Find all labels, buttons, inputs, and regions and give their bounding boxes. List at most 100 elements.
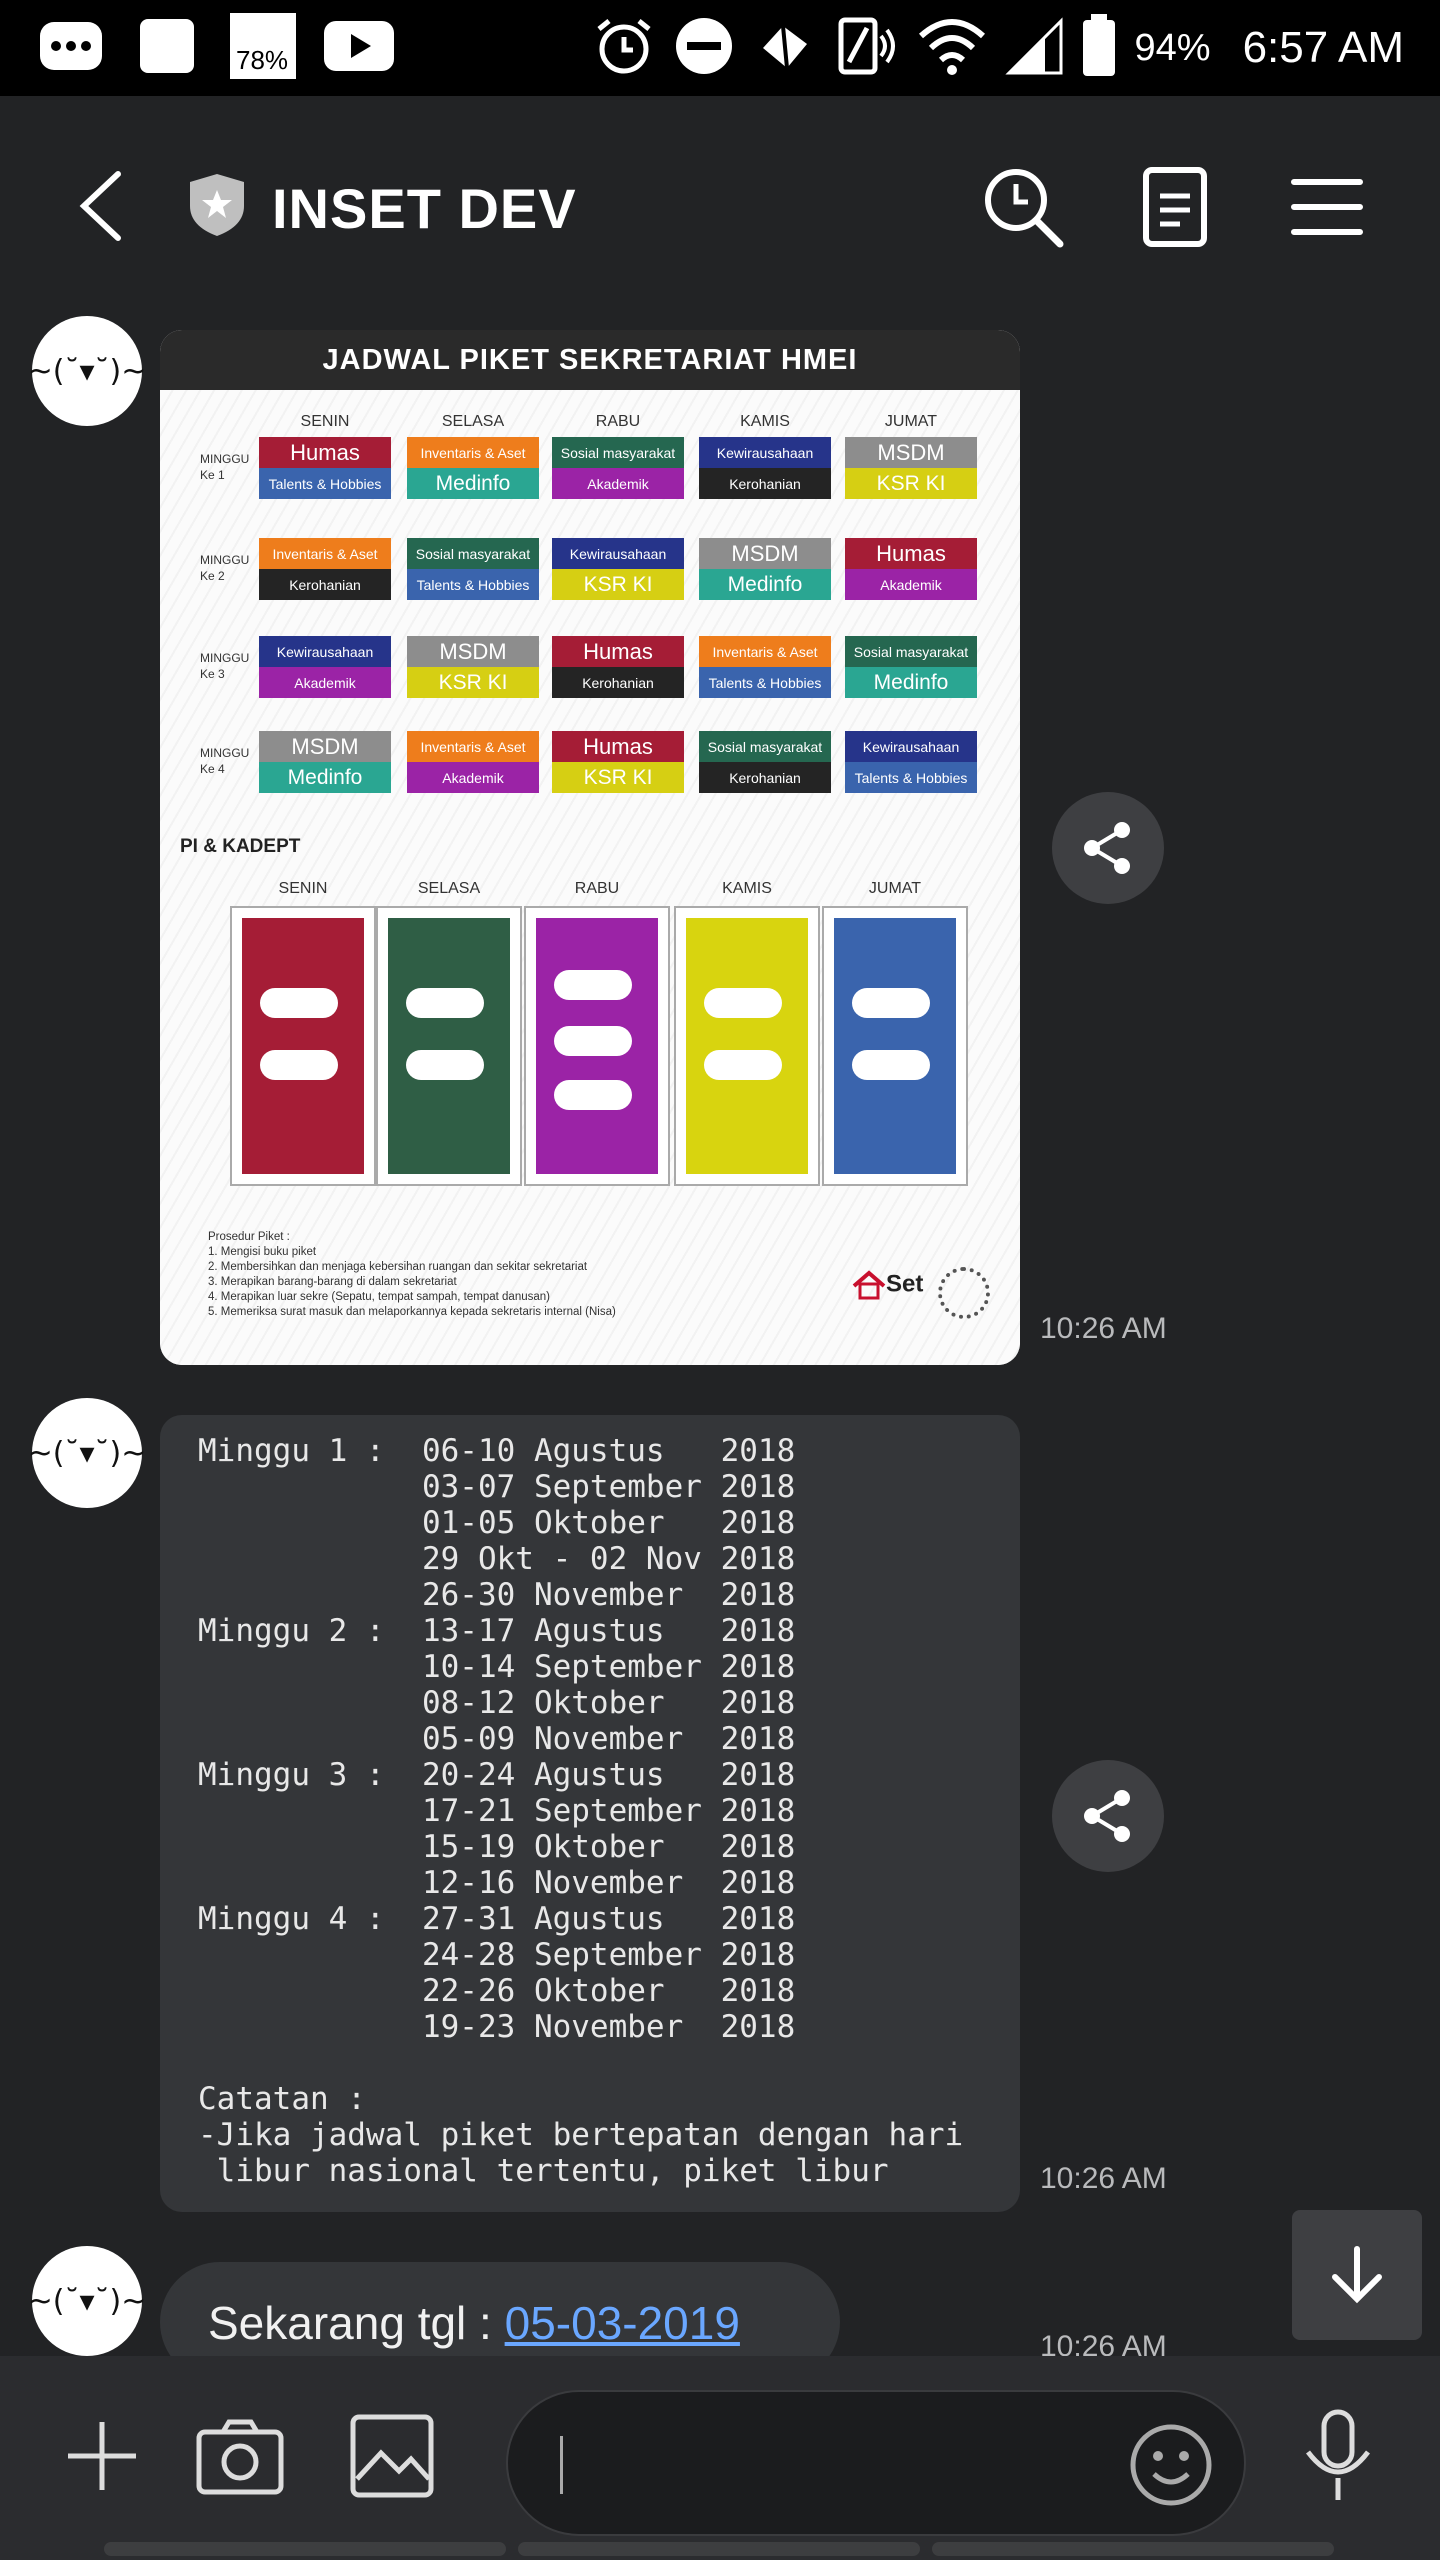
division-label: Akademik xyxy=(845,569,977,600)
week-label: MINGGU Ke 2 xyxy=(200,553,250,583)
pi-pillar xyxy=(822,906,968,1186)
schedule-cell: Humas Akademik xyxy=(845,538,977,600)
redaction-blob xyxy=(554,970,632,1000)
redaction-blob xyxy=(852,988,930,1018)
division-label: Talents & Hobbies xyxy=(407,569,539,600)
pi-day-header: SELASA xyxy=(417,880,481,897)
inset-logo: Set xyxy=(852,1270,923,1300)
avatar[interactable]: ~(˘▾˘)~ xyxy=(28,1398,146,1508)
schedule-cell: Kewirausahaan Akademik xyxy=(259,636,391,698)
nfc-icon xyxy=(835,14,899,83)
schedule-cell: Sosial masyarakat Kerohanian xyxy=(699,731,831,793)
division-label: KSR KI xyxy=(552,569,684,600)
pi-day-header: KAMIS xyxy=(722,880,772,897)
input-bar xyxy=(0,2356,1440,2560)
share-button[interactable] xyxy=(1052,1760,1164,1872)
avatar[interactable]: ~(˘▾˘)~ xyxy=(28,2246,146,2356)
poster-title: JADWAL PIKET SEKRETARIAT HMEI xyxy=(160,330,1020,390)
week-label: MINGGU Ke 1 xyxy=(200,452,250,482)
division-label: Akademik xyxy=(407,762,539,793)
division-label: Kewirausahaan xyxy=(259,636,391,667)
division-label: Medinfo xyxy=(259,762,391,793)
gallery-badge: 78% xyxy=(236,45,289,75)
redaction-blob xyxy=(852,1050,930,1080)
menu-icon[interactable] xyxy=(1282,162,1372,252)
wifi-icon xyxy=(917,14,987,83)
shield-star-icon xyxy=(186,172,248,238)
procedure-text: Prosedur Piket : 1. Mengisi buku piket 2… xyxy=(208,1231,616,1318)
schedule-cell: Sosial masyarakat Talents & Hobbies xyxy=(407,538,539,600)
image-message[interactable]: JADWAL PIKET SEKRETARIAT HMEI SENIN SELAS… xyxy=(160,330,1020,1365)
white-square-icon xyxy=(132,14,202,78)
emoji-icon[interactable] xyxy=(1128,2422,1214,2513)
division-label: Talents & Hobbies xyxy=(699,667,831,698)
division-label: Inventaris & Aset xyxy=(407,437,539,468)
division-label: Kewirausahaan xyxy=(552,538,684,569)
schedule-cell: Humas Talents & Hobbies xyxy=(259,437,391,499)
redaction-blob xyxy=(406,1050,484,1080)
division-label: MSDM xyxy=(699,538,831,569)
clock: 6:57 AM xyxy=(1242,23,1404,72)
message-text: Sekarang tgl : xyxy=(208,2297,505,2349)
division-label: Talents & Hobbies xyxy=(259,468,391,499)
division-label: MSDM xyxy=(407,636,539,667)
schedule-cell: Humas Kerohanian xyxy=(552,636,684,698)
battery-icon xyxy=(1081,13,1117,83)
redaction-blob xyxy=(704,1050,782,1080)
division-label: KSR KI xyxy=(845,468,977,499)
do-not-disturb-icon xyxy=(673,15,735,82)
division-label: Kerohanian xyxy=(699,762,831,793)
share-button[interactable] xyxy=(1052,792,1164,904)
camera-icon[interactable] xyxy=(190,2406,290,2506)
schedule-cell: Humas KSR KI xyxy=(552,731,684,793)
division-label: Kewirausahaan xyxy=(699,437,831,468)
pi-pillar xyxy=(674,906,820,1186)
avatar[interactable]: ~(˘▾˘)~ xyxy=(28,316,146,426)
division-label: Akademik xyxy=(552,468,684,499)
notes-icon[interactable] xyxy=(1130,162,1220,252)
date-link[interactable]: 05-03-2019 xyxy=(505,2297,740,2349)
schedule-cell: Kewirausahaan Talents & Hobbies xyxy=(845,731,977,793)
division-label: Humas xyxy=(552,731,684,762)
week-label: MINGGU Ke 4 xyxy=(200,746,250,776)
text-message[interactable]: Minggu 1 : 06-10 Agustus 2018 03-07 Sept… xyxy=(160,1415,1020,2212)
schedule-cell: Sosial masyarakat Akademik xyxy=(552,437,684,499)
microphone-icon[interactable] xyxy=(1288,2406,1388,2506)
redaction-blob xyxy=(260,1050,338,1080)
schedule-cell: MSDM Medinfo xyxy=(699,538,831,600)
message-input[interactable] xyxy=(506,2390,1246,2536)
schedule-cell: MSDM Medinfo xyxy=(259,731,391,793)
gallery-image-icon[interactable] xyxy=(342,2406,442,2506)
redaction-blob xyxy=(554,1080,632,1110)
division-label: Inventaris & Aset xyxy=(407,731,539,762)
pi-pillar xyxy=(524,906,670,1186)
day-header: SELASA xyxy=(441,413,505,430)
division-label: Inventaris & Aset xyxy=(259,538,391,569)
scroll-to-bottom-button[interactable] xyxy=(1292,2210,1422,2340)
pi-day-header: JUMAT xyxy=(868,880,922,897)
pi-pillar xyxy=(230,906,376,1186)
division-label: Sosial masyarakat xyxy=(699,731,831,762)
chat-header: INSET DEV xyxy=(0,96,1440,316)
share-icon xyxy=(1084,1790,1130,1842)
redaction-blob xyxy=(260,988,338,1018)
division-label: Kerohanian xyxy=(699,468,831,499)
arrow-down-icon xyxy=(1332,2246,1382,2304)
division-label: Medinfo xyxy=(845,667,977,698)
division-label: Kewirausahaan xyxy=(845,731,977,762)
schedule-cell: Inventaris & Aset Kerohanian xyxy=(259,538,391,600)
message-time: 10:26 AM xyxy=(1040,1312,1167,1345)
search-icon[interactable] xyxy=(978,162,1068,252)
schedule-cell: Inventaris & Aset Medinfo xyxy=(407,437,539,499)
division-label: Medinfo xyxy=(699,569,831,600)
schedule-cell: Kewirausahaan Kerohanian xyxy=(699,437,831,499)
back-button[interactable] xyxy=(70,166,140,246)
schedule-cell: MSDM KSR KI xyxy=(845,437,977,499)
week-label: MINGGU Ke 3 xyxy=(200,651,250,681)
alarm-icon xyxy=(593,15,655,82)
redaction-blob xyxy=(406,988,484,1018)
add-icon[interactable] xyxy=(52,2406,152,2506)
day-header: RABU xyxy=(595,413,641,430)
text-caret xyxy=(560,2436,563,2494)
youtube-icon xyxy=(324,14,394,78)
